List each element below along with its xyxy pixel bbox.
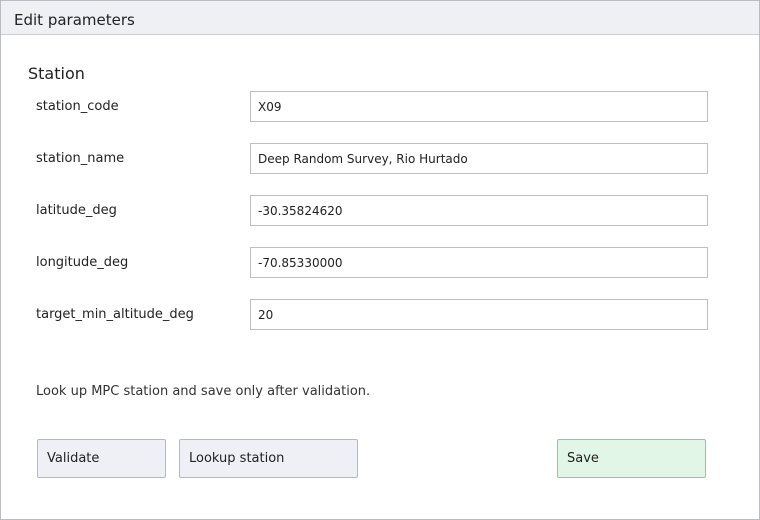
latitude-label: latitude_deg — [36, 203, 117, 218]
window-title: Edit parameters — [14, 11, 135, 29]
title-bar: Edit parameters — [1, 1, 759, 35]
section-title: Station — [28, 64, 85, 83]
station-code-label: station_code — [36, 99, 119, 114]
longitude-field[interactable] — [250, 247, 708, 278]
station-code-field[interactable] — [250, 91, 708, 122]
target-min-altitude-field[interactable] — [250, 299, 708, 330]
validation-note: Look up MPC station and save only after … — [36, 384, 371, 399]
target-min-altitude-label: target_min_altitude_deg — [36, 307, 194, 322]
validate-button[interactable]: Validate — [37, 439, 166, 478]
station-name-field[interactable] — [250, 143, 708, 174]
longitude-label: longitude_deg — [36, 255, 129, 270]
latitude-field[interactable] — [250, 195, 708, 226]
lookup-station-button[interactable]: Lookup station — [179, 439, 358, 478]
save-button[interactable]: Save — [557, 439, 706, 478]
station-name-label: station_name — [36, 151, 125, 166]
edit-parameters-window: Edit parameters Station station_code sta… — [0, 0, 760, 520]
